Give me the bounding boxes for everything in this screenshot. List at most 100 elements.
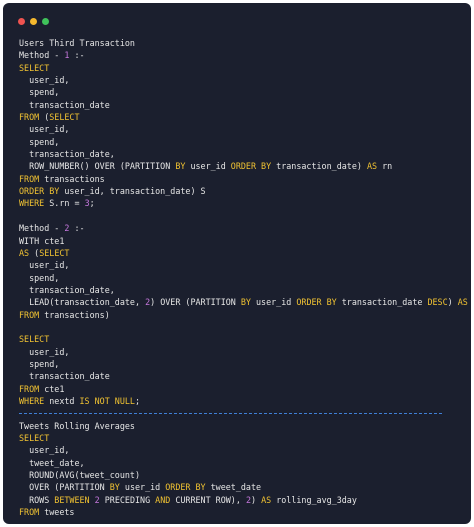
code-token: spend, xyxy=(19,87,60,98)
code-line: FROM tweets xyxy=(19,506,471,518)
code-line: WITH cte1 xyxy=(19,235,471,247)
code-token: :- xyxy=(69,50,85,61)
code-line: user_id, xyxy=(19,444,471,456)
code-token: :- xyxy=(69,223,85,234)
code-token: transaction_date xyxy=(19,371,110,382)
code-line: ROWS BETWEEN 2 PRECEDING AND CURRENT ROW… xyxy=(19,494,471,506)
code-token: AND xyxy=(155,494,171,505)
code-token: spend, xyxy=(19,272,60,283)
code-token: user_id xyxy=(185,161,231,172)
code-token: nextd xyxy=(44,395,80,406)
code-line: Tweets Rolling Averages xyxy=(19,420,471,432)
code-line: AS (SELECT xyxy=(19,247,471,259)
code-line: FROM cte1 xyxy=(19,383,471,395)
code-token: DESC xyxy=(427,297,448,308)
code-line: user_id, xyxy=(19,123,471,135)
code-token: spend, xyxy=(19,358,60,369)
code-token: ROW_NUMBER() OVER (PARTITION xyxy=(19,161,176,172)
code-token: S.rn = xyxy=(44,198,85,209)
code-token: transaction_date xyxy=(336,297,428,308)
code-line: transaction_date xyxy=(19,370,471,382)
code-token: CURRENT ROW), xyxy=(170,494,246,505)
code-token: FROM xyxy=(19,309,40,320)
code-token: user_id, xyxy=(19,346,70,357)
section-divider xyxy=(19,407,471,419)
code-token: WITH cte1 xyxy=(19,235,65,246)
code-line: SELECT xyxy=(19,432,471,444)
code-line: user_id, xyxy=(19,74,471,86)
code-line: transaction_date, xyxy=(19,284,471,296)
code-token: user_id, xyxy=(19,260,70,271)
code-token: transactions xyxy=(39,173,105,184)
code-token: rn xyxy=(377,161,393,172)
code-token: ROWS xyxy=(19,494,55,505)
window-controls xyxy=(18,18,49,25)
code-line: SELECT xyxy=(19,62,471,74)
code-token: PRECEDING xyxy=(99,494,156,505)
code-line: spend, xyxy=(19,272,471,284)
code-token: FROM xyxy=(19,507,40,518)
code-token: FROM xyxy=(19,173,40,184)
code-token: AS xyxy=(19,247,30,258)
code-token: ORDER BY xyxy=(19,186,60,197)
code-token: ORDER BY xyxy=(165,482,206,493)
code-line: SELECT xyxy=(19,333,471,345)
code-token: ( xyxy=(29,247,40,258)
code-line: tweet_date, xyxy=(19,457,471,469)
code-token: ORDER BY xyxy=(230,161,272,172)
code-token: transaction_date, xyxy=(19,284,115,295)
code-window: Users Third Transaction Method - 1 :- SELE… xyxy=(3,3,471,524)
code-line: Users Third Transaction xyxy=(19,37,471,49)
code-token: OVER (PARTITION xyxy=(19,482,110,493)
maximize-dot-icon[interactable] xyxy=(42,18,49,25)
code-line: OVER (PARTITION BY user_id ORDER BY twee… xyxy=(19,481,471,493)
code-token: SELECT xyxy=(49,112,80,123)
code-token: ) xyxy=(250,494,262,505)
code-token: BY xyxy=(175,161,186,172)
code-line: FROM transactions) xyxy=(19,309,471,321)
code-token: transaction_date) xyxy=(271,161,367,172)
code-token: transactions) xyxy=(39,309,110,320)
close-dot-icon[interactable] xyxy=(18,18,25,25)
minimize-dot-icon[interactable] xyxy=(30,18,37,25)
code-line: transaction_date xyxy=(19,99,471,111)
code-token: ; xyxy=(89,198,95,209)
code-token: user_id xyxy=(119,482,166,493)
code-token: SELECT xyxy=(19,433,50,443)
code-token: rolling_avg_3day xyxy=(271,494,357,505)
code-line: WHERE S.rn = 3; xyxy=(19,197,471,209)
code-token: IS NOT NULL xyxy=(79,395,135,406)
code-line: spend, xyxy=(19,358,471,370)
code-token: user_id, xyxy=(19,75,70,86)
code-token: WHERE xyxy=(19,395,45,406)
code-token: tweets xyxy=(39,507,75,518)
code-token: ORDER BY xyxy=(296,297,337,308)
code-token: nextd xyxy=(468,297,471,307)
code-token: tweet_date, xyxy=(19,457,85,468)
code-line: FROM (SELECT xyxy=(19,111,471,123)
code-line: user_id, xyxy=(19,259,471,271)
code-token: BY xyxy=(109,482,120,493)
code-line: ROUND(AVG(tweet_count) xyxy=(19,469,471,481)
code-token: ) xyxy=(447,297,458,308)
code-line: transaction_date, xyxy=(19,148,471,160)
code-token: spend, xyxy=(19,136,60,147)
code-token: Method - xyxy=(19,50,65,61)
code-token: user_id xyxy=(250,297,297,308)
code-token: ; xyxy=(134,395,141,406)
code-line: LEAD(transaction_date, 2) OVER (PARTITIO… xyxy=(19,296,471,308)
code-line: Method - 1 :- xyxy=(19,49,471,61)
code-token: transaction_date, xyxy=(19,149,115,160)
code-token: user_id, xyxy=(19,445,70,456)
code-token: ROUND(AVG(tweet_count) xyxy=(19,470,141,481)
code-line: Method - 2 :- xyxy=(19,222,471,234)
code-token: ( xyxy=(39,112,50,123)
code-block: Users Third Transaction Method - 1 :- SELE… xyxy=(19,37,471,518)
code-token: WHERE xyxy=(19,198,45,209)
code-line: spend, xyxy=(19,136,471,148)
code-token: user_id, xyxy=(19,124,70,135)
code-token: Users Third Transaction xyxy=(19,38,135,48)
code-token: Tweets Rolling Averages xyxy=(19,420,135,431)
